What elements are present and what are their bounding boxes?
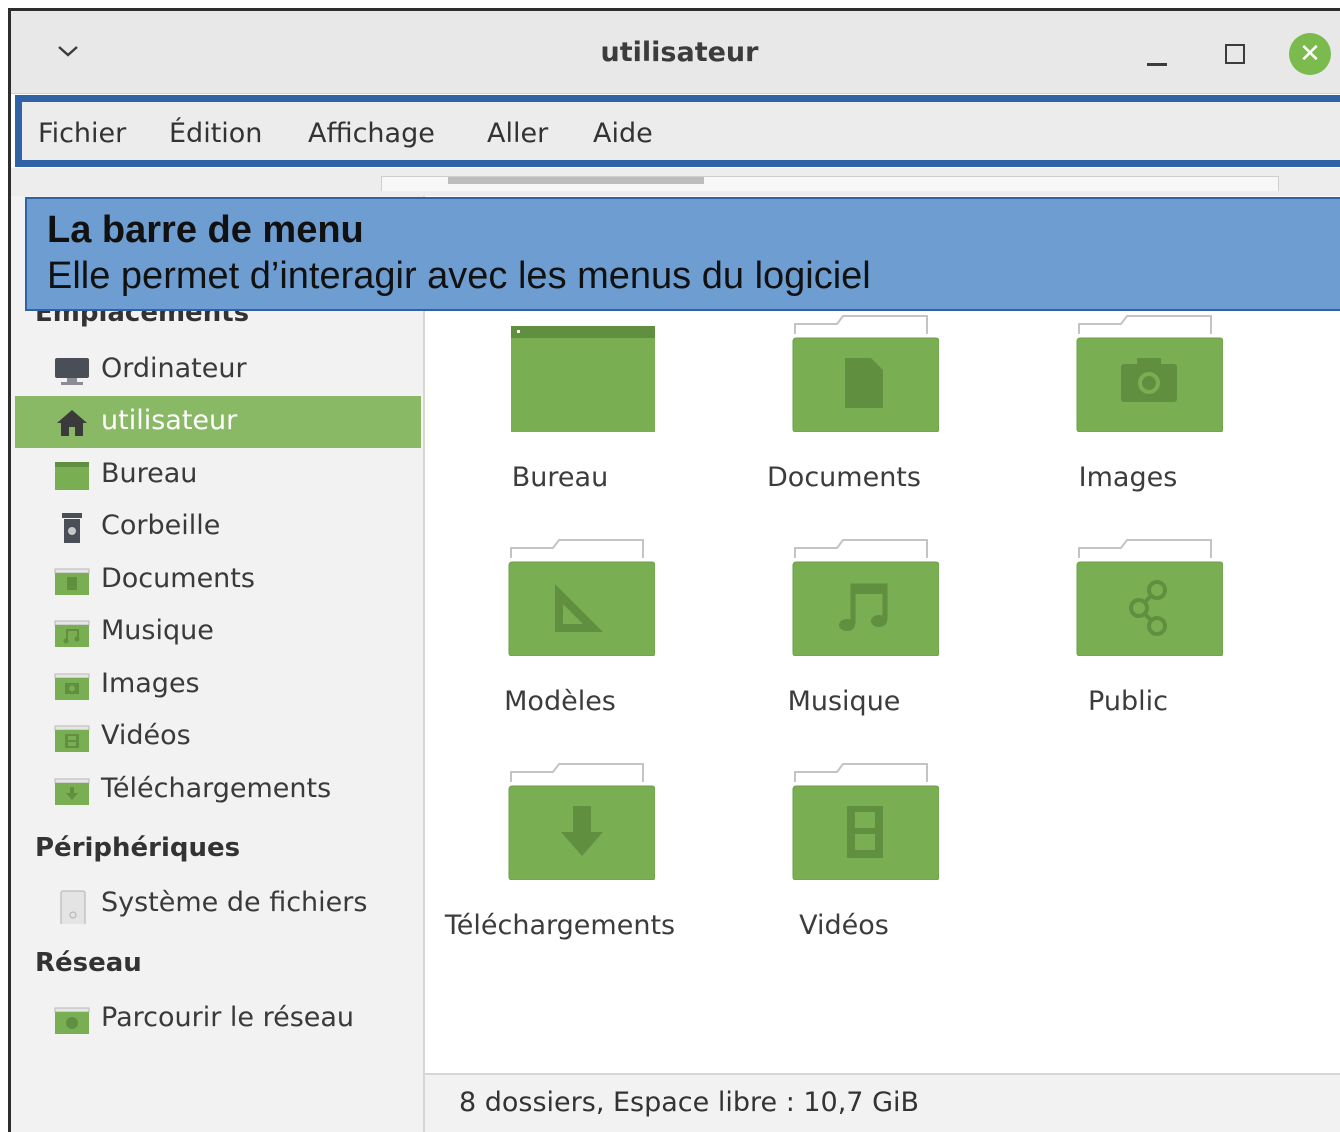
menu-fichier[interactable]: Fichier xyxy=(38,118,126,149)
folder-label: Bureau xyxy=(511,462,609,493)
folder-item-public[interactable]: Public xyxy=(1033,536,1223,736)
videos-folder-icon xyxy=(792,763,939,880)
sidebar-item-documents[interactable]: Documents xyxy=(15,554,421,606)
sidebar-item-label: Corbeille xyxy=(101,510,221,541)
status-text: 8 dossiers, Espace libre : 10,7 GiB xyxy=(459,1087,920,1118)
sidebar-item-ordinateur[interactable]: Ordinateur xyxy=(15,344,421,396)
sidebar-item-parcourir-le-reseau[interactable]: Parcourir le réseau xyxy=(15,993,421,1045)
folder-label: Documents xyxy=(767,462,921,493)
sidebar-item-label: utilisateur xyxy=(101,405,238,436)
desktop-folder-icon xyxy=(55,462,89,490)
sidebar-item-label: Bureau xyxy=(101,458,198,489)
sidebar-item-telechargements[interactable]: Téléchargements xyxy=(15,764,421,816)
maximize-icon[interactable] xyxy=(1225,44,1245,64)
drive-icon xyxy=(60,890,86,924)
desktop-folder-icon xyxy=(511,326,655,432)
sidebar-item-label: Parcourir le réseau xyxy=(101,1002,355,1033)
sidebar-item-label: Téléchargements xyxy=(101,773,332,804)
videos-folder-icon xyxy=(54,725,90,752)
downloads-folder-icon xyxy=(54,778,90,805)
music-folder-icon xyxy=(792,539,939,656)
sidebar-item-utilisateur[interactable]: utilisateur xyxy=(15,396,421,448)
pictures-folder-icon xyxy=(54,673,90,700)
folder-label: Vidéos xyxy=(799,910,889,941)
folder-label: Modèles xyxy=(504,686,616,717)
downloads-folder-icon xyxy=(508,763,655,880)
toolbar xyxy=(11,168,1340,196)
documents-folder-icon xyxy=(792,315,939,432)
folder-item-telechargements[interactable]: Téléchargements xyxy=(445,760,675,960)
sidebar-item-label: Système de fichiers xyxy=(101,887,368,918)
sidebar-heading-peripheriques: Périphériques xyxy=(35,833,241,863)
sidebar: Emplacements Ordinateur utilisateur Bure… xyxy=(11,196,425,1132)
sidebar-item-label: Vidéos xyxy=(101,720,191,751)
sidebar-item-corbeille[interactable]: Corbeille xyxy=(15,501,421,553)
folder-item-videos[interactable]: Vidéos xyxy=(749,760,939,960)
minimize-icon[interactable] xyxy=(1147,63,1167,66)
sidebar-heading-reseau: Réseau xyxy=(35,948,142,978)
menu-aller[interactable]: Aller xyxy=(487,118,548,149)
menu-edition[interactable]: Édition xyxy=(169,118,262,149)
folder-item-images[interactable]: Images xyxy=(1033,312,1223,512)
status-bar: 8 dossiers, Espace libre : 10,7 GiB xyxy=(425,1073,1340,1132)
menu-aide[interactable]: Aide xyxy=(593,118,653,149)
sidebar-item-label: Documents xyxy=(101,563,255,594)
sidebar-item-bureau[interactable]: Bureau xyxy=(15,449,421,501)
folder-item-musique[interactable]: Musique xyxy=(749,536,939,736)
pictures-folder-icon xyxy=(1076,315,1223,432)
folder-label: Public xyxy=(1088,686,1168,717)
sidebar-item-systeme-de-fichiers[interactable]: Système de fichiers xyxy=(15,878,421,930)
network-folder-icon xyxy=(54,1007,90,1034)
documents-folder-icon xyxy=(54,568,90,595)
file-manager-window: utilisateur ✕ Fichier Édition Affichage … xyxy=(8,8,1340,1132)
folder-label: Téléchargements xyxy=(444,910,676,941)
callout-title: La barre de menu xyxy=(47,209,364,251)
folder-view: Bureau Documents Images Modèles Musique … xyxy=(425,196,1340,1075)
folder-item-documents[interactable]: Documents xyxy=(749,312,939,512)
sidebar-item-musique[interactable]: Musique xyxy=(15,606,421,658)
path-bar[interactable] xyxy=(381,176,1279,191)
sidebar-item-label: Images xyxy=(101,668,200,699)
window-title: utilisateur xyxy=(600,37,759,68)
sidebar-item-label: Musique xyxy=(101,615,214,646)
folder-label: Images xyxy=(1078,462,1178,493)
music-folder-icon xyxy=(54,620,90,647)
public-folder-icon xyxy=(1076,539,1223,656)
path-segment[interactable] xyxy=(448,177,704,184)
annotation-callout: La barre de menu Elle permet d’interagir… xyxy=(25,197,1340,311)
close-icon[interactable]: ✕ xyxy=(1289,33,1331,75)
callout-text: Elle permet d’interagir avec les menus d… xyxy=(47,255,871,297)
sidebar-item-label: Ordinateur xyxy=(101,353,247,384)
sidebar-item-images[interactable]: Images xyxy=(15,659,421,711)
menu-affichage[interactable]: Affichage xyxy=(308,118,435,149)
folder-item-bureau[interactable]: Bureau xyxy=(465,312,655,512)
trash-icon xyxy=(62,513,82,543)
sidebar-item-videos[interactable]: Vidéos xyxy=(15,711,421,763)
templates-folder-icon xyxy=(508,539,655,656)
folder-label: Musique xyxy=(787,686,901,717)
home-icon xyxy=(57,410,87,436)
computer-icon xyxy=(55,358,89,385)
title-bar[interactable]: utilisateur ✕ xyxy=(11,11,1340,94)
folder-item-modeles[interactable]: Modèles xyxy=(465,536,655,736)
menu-bar: Fichier Édition Affichage Aller Aide xyxy=(15,95,1340,167)
